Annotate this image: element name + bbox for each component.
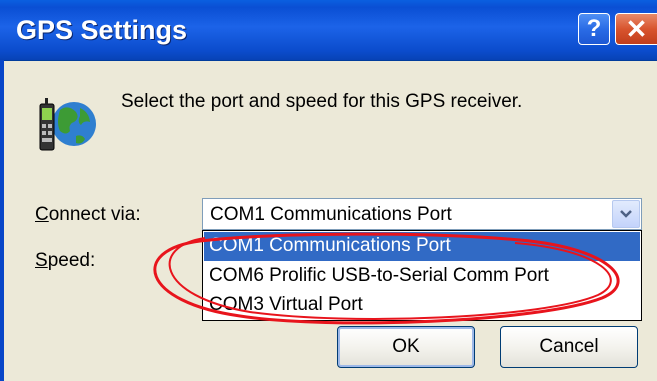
connect-via-combobox[interactable]: COM1 Communications Port <box>202 198 642 230</box>
title-bar: GPS Settings ? ✕ <box>0 0 657 61</box>
help-icon: ? <box>586 15 602 42</box>
description-text: Select the port and speed for this GPS r… <box>121 91 523 112</box>
gps-receiver-globe-icon <box>39 98 96 151</box>
ok-button[interactable]: OK <box>337 326 475 368</box>
close-button[interactable]: ✕ <box>615 13 657 45</box>
speed-label: Speed: <box>35 250 96 271</box>
close-icon: ✕ <box>625 13 648 44</box>
dropdown-button[interactable] <box>612 200 640 228</box>
window-border <box>0 60 4 381</box>
gps-settings-dialog: GPS Settings ? ✕ Select the port and spe… <box>0 0 657 381</box>
window-title: GPS Settings <box>16 15 188 45</box>
connect-via-label: Connect via: <box>35 204 141 225</box>
help-button[interactable]: ? <box>578 13 610 45</box>
port-option-com1[interactable]: COM1 Communications Port <box>204 232 640 261</box>
cancel-button[interactable]: Cancel <box>500 326 638 368</box>
chevron-down-icon <box>620 210 632 218</box>
port-option-com6[interactable]: COM6 Prolific USB-to-Serial Comm Port <box>204 262 640 291</box>
connect-via-value: COM1 Communications Port <box>210 204 452 225</box>
port-option-com3[interactable]: COM3 Virtual Port <box>204 291 640 320</box>
port-dropdown-list: COM1 Communications Port COM6 Prolific U… <box>202 230 642 321</box>
